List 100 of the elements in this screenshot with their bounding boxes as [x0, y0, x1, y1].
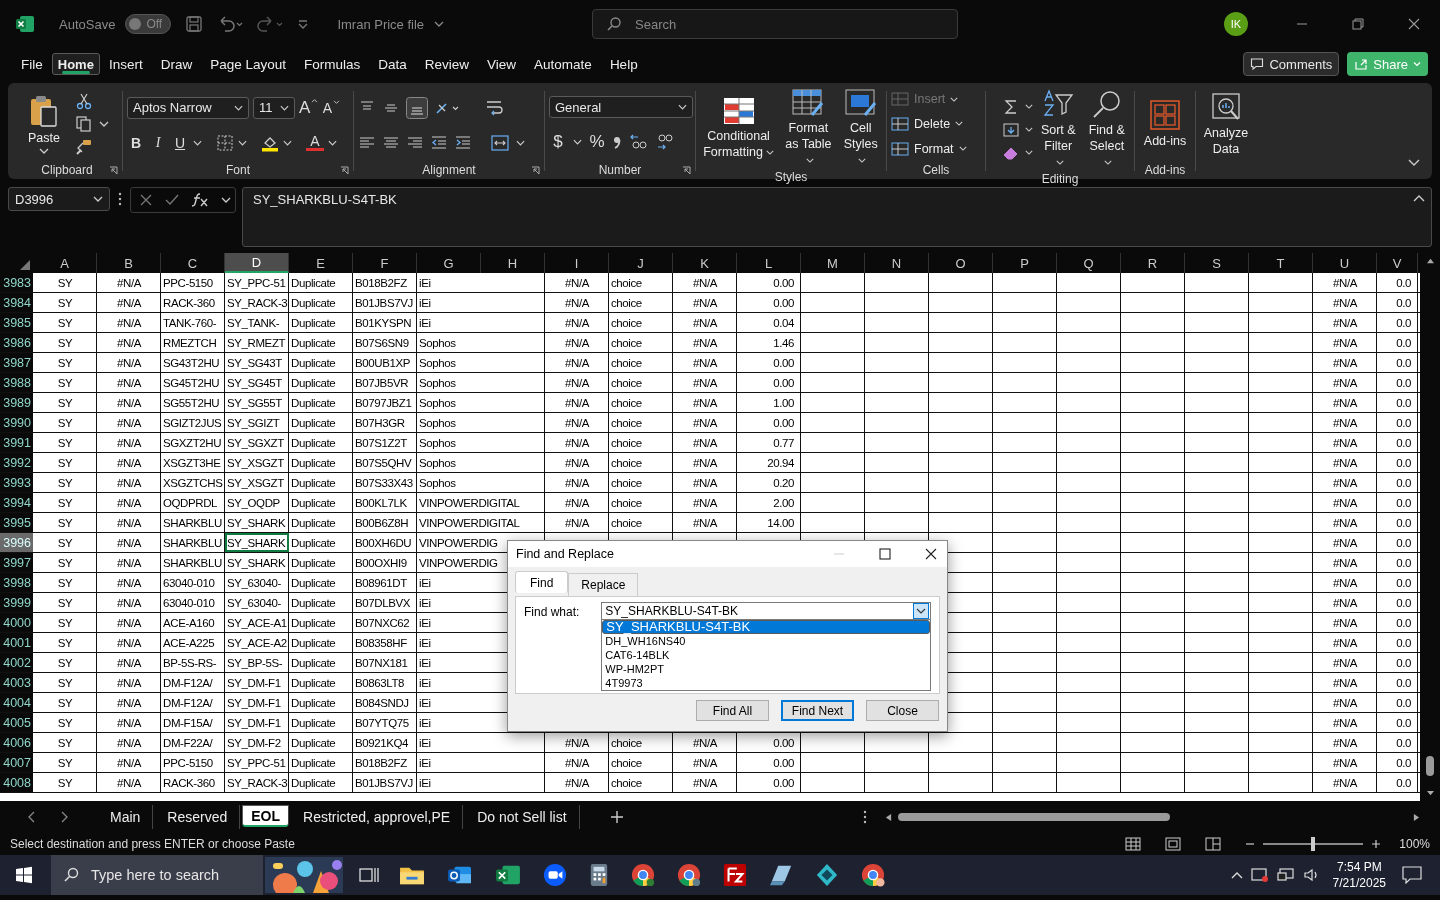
scroll-right-icon[interactable]: [1413, 812, 1420, 822]
dialog-launcher-icon[interactable]: [340, 166, 349, 175]
scroll-left-icon[interactable]: [885, 812, 892, 822]
customize-toolbar-icon[interactable]: [297, 18, 310, 30]
collapse-ribbon-icon[interactable]: [1408, 159, 1420, 167]
borders-icon[interactable]: [216, 133, 234, 152]
dialog-button[interactable]: Find All: [696, 700, 769, 721]
save-icon[interactable]: [185, 15, 204, 33]
close-icon[interactable]: [925, 548, 937, 560]
ribbon-tab[interactable]: Insert: [99, 50, 152, 78]
caret-icon[interactable]: [1025, 104, 1033, 109]
horizontal-scrollbar[interactable]: [885, 812, 1420, 822]
ribbon-tab[interactable]: Review: [415, 50, 479, 78]
grow-font-button[interactable]: A: [299, 97, 319, 118]
add-ins-button[interactable]: Add-ins: [1140, 97, 1190, 151]
scroll-thumb[interactable]: [1426, 756, 1434, 776]
caret-icon[interactable]: [573, 139, 582, 145]
shrink-font-button[interactable]: A: [322, 99, 341, 116]
font-family-dropdown[interactable]: Aptos Narrow: [127, 96, 249, 119]
row-header[interactable]: 3993: [0, 473, 33, 492]
ribbon-tab[interactable]: Home: [51, 53, 100, 75]
row-header[interactable]: 4005: [0, 713, 33, 732]
increase-decimal-icon[interactable]: [628, 133, 648, 151]
add-sheet-icon[interactable]: [609, 810, 624, 824]
restore-icon[interactable]: [1352, 18, 1364, 30]
row-header[interactable]: 3987: [0, 353, 33, 372]
increase-indent-icon[interactable]: [454, 133, 472, 152]
font-size-dropdown[interactable]: 11: [253, 96, 295, 119]
dialog-launcher-icon[interactable]: [682, 166, 691, 175]
dropdown-option[interactable]: SY_SHARKBLU-S4T-BK: [602, 620, 930, 634]
ribbon-tab[interactable]: View: [478, 50, 526, 78]
video-call-icon[interactable]: [543, 863, 567, 887]
spreadsheet-app-icon[interactable]: [495, 864, 521, 886]
number-format-dropdown[interactable]: General: [549, 96, 693, 118]
caret-icon[interactable]: [1025, 150, 1033, 155]
ribbon-button[interactable]: Format: [891, 140, 967, 157]
underline-button[interactable]: U: [171, 134, 189, 151]
browser-icon[interactable]: [861, 863, 885, 887]
more-options-icon[interactable]: [863, 810, 867, 824]
row-header[interactable]: 3986: [0, 333, 33, 352]
mail-app-icon[interactable]: [447, 864, 473, 886]
show-hidden-icons-icon[interactable]: [1230, 871, 1243, 879]
italic-button[interactable]: I: [149, 134, 167, 151]
app-icon[interactable]: [769, 863, 793, 887]
ribbon-button[interactable]: Conditional Formatting: [700, 95, 778, 162]
file-transfer-app-icon[interactable]: [723, 863, 747, 887]
clock-time[interactable]: 7:54 PM: [1336, 859, 1382, 875]
merge-center-icon[interactable]: [490, 133, 510, 152]
ribbon-button[interactable]: Format as Table: [779, 87, 838, 170]
dialog-tab[interactable]: Find: [515, 571, 569, 593]
caret-icon[interactable]: [328, 139, 337, 146]
row-header[interactable]: 4008: [0, 773, 33, 792]
enter-icon[interactable]: [165, 193, 179, 207]
scroll-down-icon[interactable]: [1425, 790, 1435, 797]
caret-icon[interactable]: [1025, 127, 1033, 132]
cut-icon[interactable]: [75, 92, 93, 110]
fill-down-icon[interactable]: [1002, 120, 1020, 139]
ribbon-button[interactable]: Find & Select: [1083, 87, 1130, 172]
browser-icon[interactable]: [677, 863, 701, 887]
decrease-indent-icon[interactable]: [430, 133, 448, 152]
format-painter-icon[interactable]: [75, 138, 93, 156]
row-header[interactable]: 3992: [0, 453, 33, 472]
dropdown-option[interactable]: 4T9973: [602, 676, 930, 690]
row-header[interactable]: 3990: [0, 413, 33, 432]
sheet-tab[interactable]: Do not Sell list: [465, 805, 580, 829]
network-icon[interactable]: [1276, 867, 1295, 883]
page-layout-icon[interactable]: [1165, 837, 1182, 851]
copy-icon[interactable]: [75, 115, 93, 133]
column-header[interactable]: D: [225, 253, 289, 273]
row-header[interactable]: 3988: [0, 373, 33, 392]
browser-icon[interactable]: [631, 863, 655, 887]
row-header[interactable]: 3998: [0, 573, 33, 592]
align-bottom-icon[interactable]: [406, 96, 428, 119]
row-header[interactable]: 4006: [0, 733, 33, 752]
ribbon-tab[interactable]: Page Layout: [201, 50, 295, 78]
row-header[interactable]: 3983: [0, 273, 33, 292]
search-field[interactable]: Search: [592, 9, 959, 39]
comments-button[interactable]: Comments: [1243, 52, 1340, 76]
tray-app-icon[interactable]: [1250, 867, 1269, 883]
paste-button[interactable]: Paste: [25, 92, 63, 156]
ribbon-tab[interactable]: Automate: [525, 50, 601, 78]
dialog-button[interactable]: Find Next: [781, 700, 854, 721]
row-header[interactable]: 4002: [0, 653, 33, 672]
more-options-icon[interactable]: [118, 192, 122, 206]
row-header[interactable]: 3985: [0, 313, 33, 332]
dropdown-option[interactable]: WP-HM2PT: [602, 662, 930, 676]
comma-style-icon[interactable]: [612, 134, 622, 150]
sheet-tab[interactable]: EOL: [242, 805, 290, 827]
dropdown-option[interactable]: DH_WH16NS40: [602, 634, 930, 648]
dialog-launcher-icon[interactable]: [531, 166, 540, 175]
name-box[interactable]: D3996: [8, 187, 110, 211]
next-sheet-icon[interactable]: [60, 811, 68, 823]
row-header[interactable]: 4004: [0, 693, 33, 712]
scroll-up-icon[interactable]: [1425, 257, 1435, 264]
caret-icon[interactable]: [99, 121, 109, 127]
bold-button[interactable]: B: [127, 134, 145, 151]
row-header[interactable]: 3997: [0, 553, 33, 572]
previous-sheet-icon[interactable]: [28, 811, 36, 823]
redo-icon[interactable]: [257, 15, 284, 33]
cube-app-icon[interactable]: [815, 863, 839, 887]
